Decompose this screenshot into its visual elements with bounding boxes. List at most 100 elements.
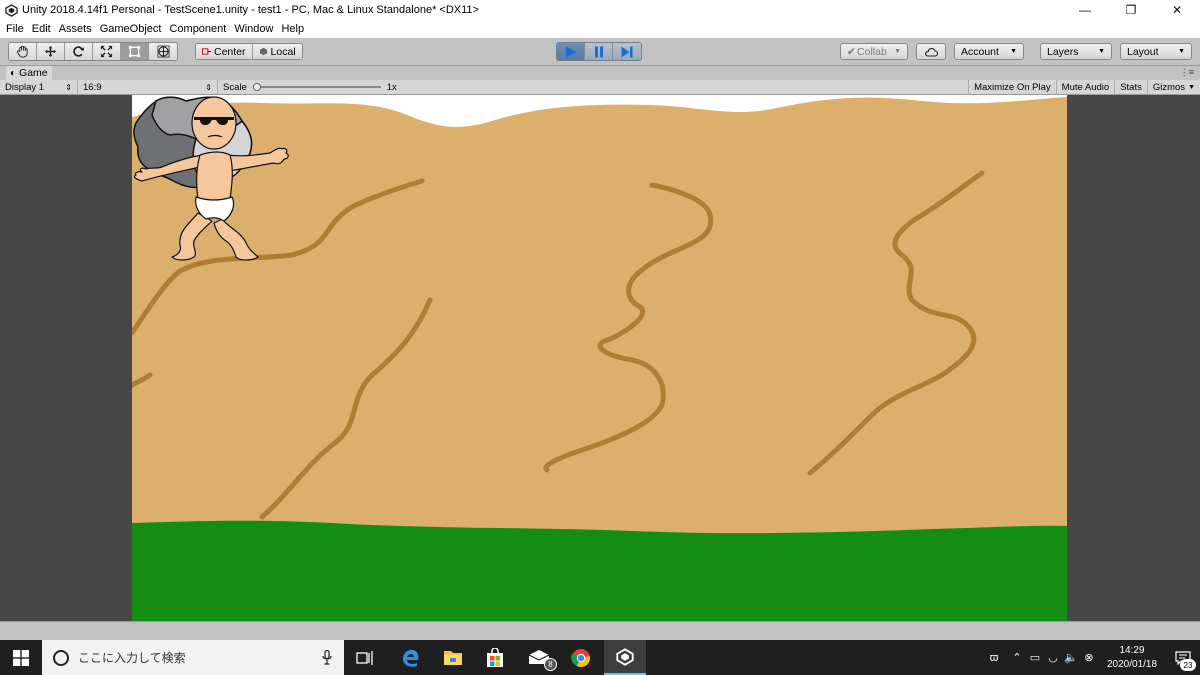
people-icon: ϖ <box>989 651 999 664</box>
search-icon <box>53 649 69 666</box>
close-icon: ✕ <box>1171 3 1183 17</box>
game-view-toolbar: Display 1 ⇕ 16:9 ⇕ Scale 1x Maximize On … <box>0 79 1200 95</box>
pivot-center-button[interactable]: Center <box>196 44 253 59</box>
scale-slider-thumb[interactable] <box>252 83 261 91</box>
minimize-icon: — <box>1079 3 1091 17</box>
pivot-controls: Center Local <box>195 43 303 60</box>
chevron-down-icon: ▼ <box>894 48 901 55</box>
mute-audio-label: Mute Audio <box>1061 82 1110 93</box>
search-input[interactable]: ここに入力して検索 <box>42 640 344 675</box>
mute-audio-toggle[interactable]: Mute Audio <box>1055 80 1115 95</box>
minimize-button[interactable]: — <box>1062 0 1108 20</box>
x-circle-icon: ⊗ <box>1084 652 1094 664</box>
network-button[interactable]: ◡ <box>1044 640 1062 675</box>
chevron-down-icon: ▼ <box>1188 84 1195 91</box>
file-explorer-button[interactable] <box>432 640 474 675</box>
chevron-down-icon: ▼ <box>1178 48 1185 55</box>
maximize-on-play-toggle[interactable]: Maximize On Play <box>968 80 1056 95</box>
hand-tool-button[interactable] <box>9 43 37 60</box>
start-button[interactable] <box>0 640 42 675</box>
transform-tools <box>8 42 178 61</box>
transform-tool-button[interactable] <box>149 43 177 60</box>
account-dropdown[interactable]: Account ▼ <box>954 43 1024 60</box>
menu-gameobject[interactable]: GameObject <box>96 23 166 35</box>
collab-label: Collab <box>857 45 887 58</box>
collab-dropdown[interactable]: ✔ Collab ▼ <box>840 43 908 60</box>
tab-game[interactable]: ◐ Game <box>6 66 52 80</box>
status-warning-button[interactable]: ⊗ <box>1080 640 1098 675</box>
playback-controls <box>556 42 642 61</box>
microphone-icon[interactable] <box>322 650 332 665</box>
restore-icon: ❐ <box>1125 3 1137 17</box>
player-character[interactable] <box>132 95 290 265</box>
pause-button[interactable] <box>585 43 613 60</box>
unity-taskbar-button[interactable] <box>604 640 646 675</box>
system-tray: ϖ ⌃ ▭ ◡ 🔈 ⊗ 14:29 2020/01/18 23 <box>980 640 1200 675</box>
player-body <box>133 96 289 261</box>
tab-menu-icon[interactable]: ⋮≡ <box>1180 67 1194 78</box>
cloud-button[interactable] <box>916 43 946 60</box>
display-dropdown[interactable]: Display 1 ⇕ <box>0 79 78 95</box>
mail-button[interactable]: 8 <box>518 640 560 675</box>
chevron-down-icon: ▼ <box>1010 48 1017 55</box>
layout-dropdown[interactable]: Layout ▼ <box>1120 43 1192 60</box>
game-viewport[interactable] <box>132 95 1067 621</box>
scale-value: 1x <box>386 81 397 93</box>
grass-ground <box>132 520 1067 621</box>
show-hidden-icons-button[interactable]: ⌃ <box>1008 640 1026 675</box>
restore-button[interactable]: ❐ <box>1108 0 1154 20</box>
gizmos-dropdown[interactable]: Gizmos ▼ <box>1146 80 1200 95</box>
scale-label: Scale <box>223 81 247 93</box>
close-button[interactable]: ✕ <box>1154 0 1200 20</box>
store-button[interactable] <box>474 640 516 675</box>
account-label: Account <box>961 45 999 58</box>
edge-button[interactable] <box>390 640 432 675</box>
battery-icon: ▭ <box>1029 652 1041 664</box>
menu-file[interactable]: File <box>2 23 28 35</box>
chrome-button[interactable] <box>560 640 602 675</box>
menu-window[interactable]: Window <box>230 23 277 35</box>
stats-toggle[interactable]: Stats <box>1114 80 1147 95</box>
layers-dropdown[interactable]: Layers ▼ <box>1040 43 1112 60</box>
layout-label: Layout <box>1127 45 1159 58</box>
windows-icon <box>13 649 29 666</box>
move-tool-button[interactable] <box>37 43 65 60</box>
game-view-panel[interactable] <box>0 95 1200 621</box>
volume-button[interactable]: 🔈 <box>1062 640 1080 675</box>
player-left-leg <box>171 212 213 261</box>
clock[interactable]: 14:29 2020/01/18 <box>1098 644 1166 672</box>
action-center-button[interactable]: 23 <box>1166 640 1200 675</box>
pivot-space-button[interactable]: Local <box>252 44 302 59</box>
windows-taskbar: ここに入力して検索 8 ϖ ⌃ ▭ ◡ 🔈 ⊗ 14:29 2020/01/18… <box>0 640 1200 675</box>
rect-tool-button[interactable] <box>121 43 149 60</box>
collab-check-icon: ✔ <box>847 45 856 58</box>
chrome-icon <box>571 648 591 667</box>
rotate-icon <box>73 46 84 57</box>
menu-edit[interactable]: Edit <box>28 23 55 35</box>
aspect-label: 16:9 <box>83 81 102 93</box>
main-toolbar: Center Local ✔ Collab ▼ Account ▼ Layers… <box>0 38 1200 66</box>
up-down-icon: ⇕ <box>65 82 72 92</box>
volume-icon: 🔈 <box>1064 652 1078 664</box>
people-button[interactable]: ϖ <box>980 640 1008 675</box>
player-head <box>191 96 237 150</box>
player-right-leg <box>213 218 259 261</box>
play-button[interactable] <box>557 43 585 60</box>
status-bar <box>0 621 1200 640</box>
cloud-icon <box>925 47 938 57</box>
menu-assets[interactable]: Assets <box>55 23 96 35</box>
transform-icon <box>157 45 169 58</box>
task-view-button[interactable] <box>344 640 386 675</box>
notification-count: 23 <box>1180 659 1196 671</box>
scale-slider[interactable] <box>252 82 381 92</box>
menu-bar: File Edit Assets GameObject Component Wi… <box>0 20 1200 38</box>
battery-button[interactable]: ▭ <box>1026 640 1044 675</box>
scale-tool-button[interactable] <box>93 43 121 60</box>
pivot-center-icon <box>202 48 211 55</box>
rotate-tool-button[interactable] <box>65 43 93 60</box>
aspect-dropdown[interactable]: 16:9 ⇕ <box>78 79 218 95</box>
menu-help[interactable]: Help <box>277 23 308 35</box>
menu-component[interactable]: Component <box>165 23 230 35</box>
step-button[interactable] <box>613 43 641 60</box>
layers-label: Layers <box>1047 45 1079 58</box>
